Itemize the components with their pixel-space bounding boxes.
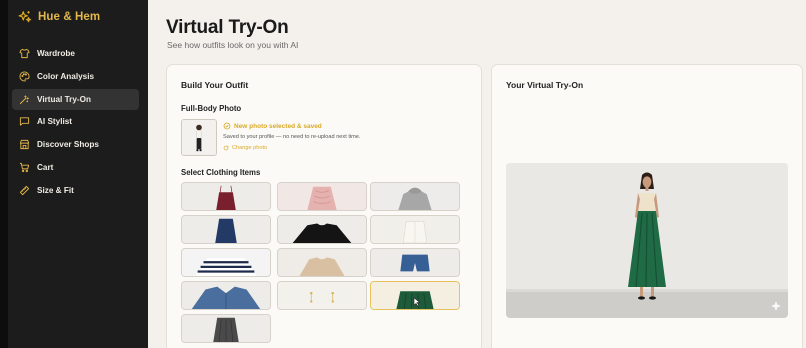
- clothing-item-green-pleated-skirt[interactable]: [370, 281, 460, 310]
- clothing-item-gold-earrings[interactable]: [277, 281, 367, 310]
- full-body-photo-thumbnail[interactable]: [181, 119, 217, 156]
- clothing-item-navy-skirt[interactable]: [181, 215, 271, 244]
- tryon-result-panel: Your Virtual Try-On: [491, 64, 803, 348]
- photo-status-text: New photo selected & saved: [234, 122, 322, 130]
- panel-title: Build Your Outfit: [181, 80, 249, 90]
- sidebar-item-label: Color Analysis: [37, 71, 95, 81]
- sidebar-item-ai-stylist[interactable]: AI Stylist: [12, 111, 139, 132]
- sidebar-item-color-analysis[interactable]: Color Analysis: [12, 66, 139, 87]
- items-section-label: Select Clothing Items: [181, 168, 261, 177]
- sidebar-item-label: Wardrobe: [37, 49, 75, 58]
- photo-section-label: Full-Body Photo: [181, 104, 242, 113]
- sidebar-item-size-fit[interactable]: Size & Fit: [12, 180, 139, 201]
- clothing-item-striped-breton-top[interactable]: [181, 248, 271, 277]
- brand[interactable]: Hue & Hem: [18, 10, 100, 24]
- check-circle-icon: [223, 122, 231, 130]
- chat-bubble-icon: [19, 117, 30, 127]
- clothing-item-grey-pleated-skirt[interactable]: [181, 314, 271, 343]
- photo-status: New photo selected & saved: [223, 122, 322, 130]
- sidebar-item-label: Virtual Try-On: [37, 94, 91, 104]
- palette-icon: [19, 71, 30, 82]
- main-content: Virtual Try-On See how outfits look on y…: [148, 0, 806, 348]
- ruler-icon: [19, 185, 30, 195]
- change-photo-link[interactable]: Change photo: [223, 145, 267, 151]
- change-photo-text: Change photo: [232, 145, 268, 151]
- clothing-item-beige-knit-top[interactable]: [277, 248, 367, 277]
- sidebar-item-label: AI Stylist: [37, 117, 73, 127]
- window-edge: [0, 0, 8, 348]
- sidebar-item-cart[interactable]: Cart: [12, 157, 139, 178]
- clothing-item-grey-hoodie[interactable]: [370, 182, 460, 211]
- photo-note: Saved to your profile — no need to re-up…: [223, 134, 361, 140]
- clothing-item-black-sweater[interactable]: [277, 215, 367, 244]
- clothing-item-denim-shorts[interactable]: [370, 248, 460, 277]
- sidebar-item-wardrobe[interactable]: Wardrobe: [12, 43, 139, 64]
- sidebar-item-label: Discover Shops: [37, 140, 99, 150]
- person-photo: [182, 120, 216, 155]
- panel-title: Your Virtual Try-On: [506, 80, 584, 90]
- clothing-item-burgundy-camisole[interactable]: [181, 182, 271, 211]
- refresh-icon: [223, 145, 229, 151]
- sidebar-item-label: Cart: [37, 162, 54, 172]
- shirt-icon: [19, 48, 30, 59]
- magic-wand-icon: [19, 94, 29, 104]
- sidebar: Hue & Hem Wardrobe Color Analysis Virtua…: [8, 0, 148, 348]
- clothing-item-cream-blouse[interactable]: [370, 215, 460, 244]
- cart-icon: [19, 162, 30, 173]
- build-outfit-panel: Build Your Outfit Full-Body Photo New ph…: [166, 64, 482, 348]
- clothing-item-denim-jacket[interactable]: [181, 281, 271, 310]
- store-icon: [19, 140, 30, 150]
- tryon-result-image: [506, 163, 788, 318]
- page-subtitle: See how outfits look on you with AI: [167, 40, 299, 50]
- sidebar-item-virtual-try-on[interactable]: Virtual Try-On: [12, 88, 139, 110]
- sidebar-nav: Wardrobe Color Analysis Virtual Try-On A…: [12, 43, 139, 203]
- sparkles-icon: [18, 11, 32, 23]
- page-title: Virtual Try-On: [166, 17, 289, 38]
- brand-name: Hue & Hem: [38, 11, 101, 23]
- clothing-item-pink-ruffle-blouse[interactable]: [277, 182, 367, 211]
- sidebar-item-discover-shops[interactable]: Discover Shops: [12, 134, 139, 155]
- sidebar-item-label: Size & Fit: [37, 185, 74, 195]
